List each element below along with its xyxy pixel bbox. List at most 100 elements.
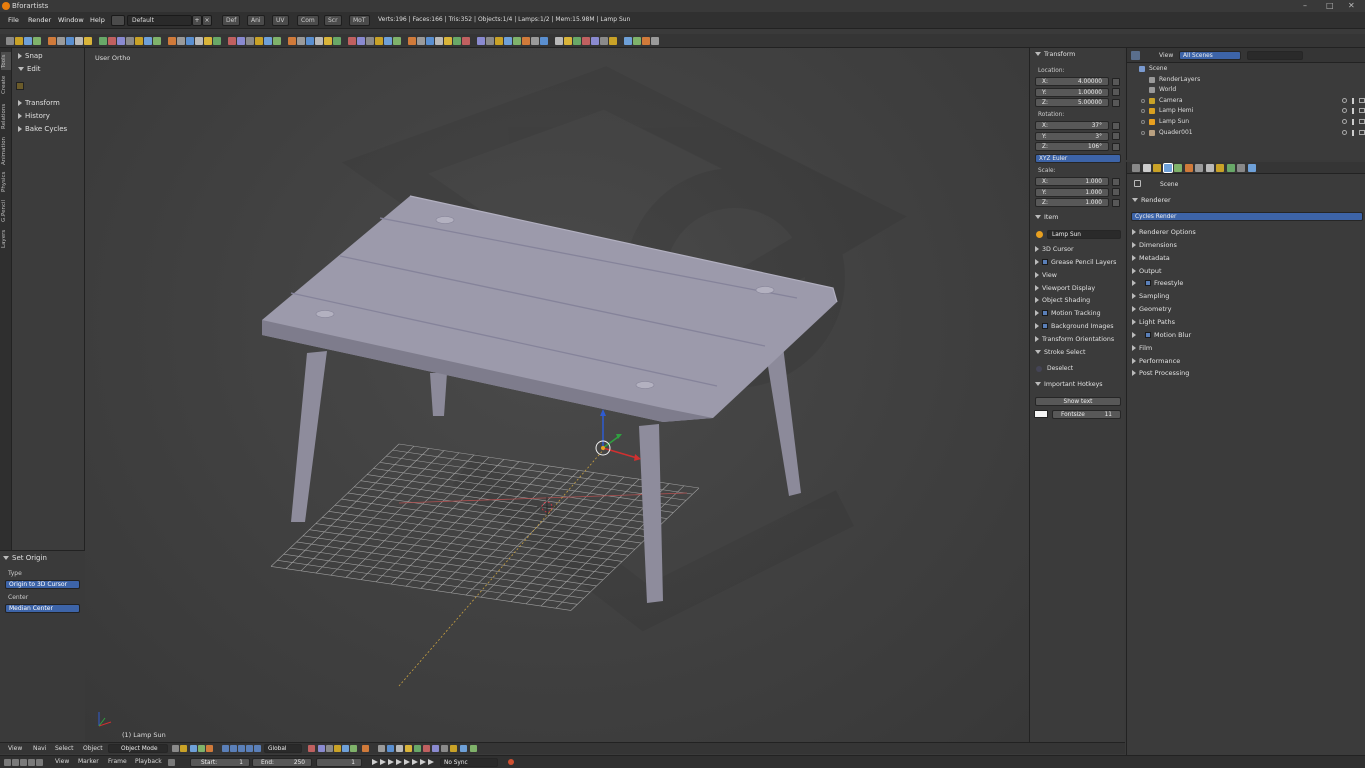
viewport-header-icon[interactable] [318, 745, 325, 752]
tab-physics[interactable]: Physics [1, 170, 11, 194]
toolbar-tool-icon[interactable] [264, 37, 272, 45]
tab-create[interactable]: Create [1, 72, 11, 98]
properties-panel-sampling[interactable]: Sampling [1132, 292, 1169, 300]
viewport-header-icon[interactable] [460, 745, 467, 752]
sidebar-section-viewport-display[interactable]: Viewport Display [1035, 284, 1095, 292]
toolbar-tool-icon[interactable] [153, 37, 161, 45]
toolbar-tool-icon[interactable] [213, 37, 221, 45]
properties-panel-performance[interactable]: Performance [1132, 357, 1180, 365]
viewport-header-icon[interactable] [387, 745, 394, 752]
lock-icon[interactable] [1112, 88, 1120, 96]
menu-file[interactable]: File [8, 16, 19, 24]
screen-layout-icon[interactable] [111, 15, 125, 26]
timeline-header-icon[interactable] [4, 759, 11, 766]
viewport-header-icon[interactable] [378, 745, 385, 752]
outliner-editor-icon[interactable] [1131, 51, 1140, 60]
toolbar-tool-icon[interactable] [306, 37, 314, 45]
checkbox[interactable] [1145, 280, 1151, 287]
minimize-button[interactable]: – [1303, 1, 1307, 10]
toolbar-tool-icon[interactable] [288, 37, 296, 45]
location-field-0[interactable]: X: 4.00000 [1035, 77, 1109, 86]
playback-button-icon[interactable] [372, 759, 378, 765]
item-name-field[interactable]: Lamp Sun [1047, 230, 1121, 239]
toolbar-tool-icon[interactable] [591, 37, 599, 45]
lock-icon[interactable] [1112, 98, 1120, 107]
outliner-item[interactable]: Lamp Sun [1159, 118, 1189, 125]
toolbar-tool-icon[interactable] [186, 37, 194, 45]
viewport-header-icon[interactable] [254, 745, 261, 752]
timeline-menu-view[interactable]: View [55, 758, 69, 765]
tab-tools[interactable]: Tools [1, 52, 11, 70]
toolbar-tool-icon[interactable] [426, 37, 434, 45]
scene-filter-select[interactable]: All Scenes [1179, 51, 1241, 60]
rotation-field-2[interactable]: Z: 106° [1035, 142, 1109, 151]
toolbar-tool-icon[interactable] [168, 37, 176, 45]
item-panel-header[interactable]: Item [1035, 214, 1058, 221]
tab-animation[interactable]: Animation [1, 134, 11, 168]
tab-scr[interactable]: Scr [324, 15, 342, 26]
remove-screen-icon[interactable]: × [202, 15, 212, 26]
playback-button-icon[interactable] [380, 759, 386, 765]
toolbar-tool-icon[interactable] [48, 37, 56, 45]
expand-toggle-icon[interactable] [1141, 120, 1145, 124]
viewport-header-icon[interactable] [470, 745, 477, 752]
toolbar-tool-icon[interactable] [453, 37, 461, 45]
toolbar-tool-icon[interactable] [315, 37, 323, 45]
properties-panel-metadata[interactable]: Metadata [1132, 254, 1170, 262]
operator-title[interactable]: Set Origin [3, 554, 47, 562]
deselect-button[interactable]: Deselect [1047, 365, 1073, 372]
important-hotkeys-header[interactable]: Important Hotkeys [1035, 381, 1103, 388]
toolbar-tool-icon[interactable] [15, 37, 23, 45]
toolbar-tool-icon[interactable] [513, 37, 521, 45]
menu-help[interactable]: Help [90, 16, 105, 24]
toolbar-tool-icon[interactable] [573, 37, 581, 45]
properties-tab-icon[interactable] [1205, 164, 1214, 172]
toolbar-tool-icon[interactable] [228, 37, 236, 45]
lock-icon[interactable] [1112, 77, 1120, 86]
properties-tab-icon[interactable] [1174, 164, 1182, 172]
sidebar-section-object-shading[interactable]: Object Shading [1035, 297, 1090, 304]
properties-panel-motion-blur[interactable]: Motion Blur [1132, 331, 1191, 339]
lock-icon[interactable] [1112, 142, 1120, 151]
lock-icon[interactable] [1112, 198, 1120, 207]
type-select[interactable]: Origin to 3D Cursor [5, 580, 80, 589]
center-select[interactable]: Median Center [5, 604, 80, 613]
timeline-menu-frame[interactable]: Frame [108, 758, 127, 765]
start-frame-field[interactable]: Start: 1 [190, 758, 250, 767]
sidebar-section-grease-pencil-layers[interactable]: Grease Pencil Layers [1035, 258, 1116, 266]
toolbar-tool-icon[interactable] [84, 37, 92, 45]
viewport-header-icon[interactable] [238, 745, 245, 752]
scale-field-0[interactable]: X: 1.000 [1035, 177, 1109, 186]
toolbar-tool-icon[interactable] [177, 37, 185, 45]
sidebar-section-background-images[interactable]: Background Images [1035, 323, 1114, 330]
expand-toggle-icon[interactable] [1141, 130, 1145, 135]
selectable-cursor-icon[interactable] [1352, 108, 1354, 115]
properties-tab-icon[interactable] [1142, 164, 1151, 172]
fontsize-field[interactable]: Fontsize 11 [1052, 410, 1121, 419]
toolbar-tool-icon[interactable] [324, 37, 332, 45]
tab-layers[interactable]: Layers [1, 228, 11, 250]
viewport-header-icon[interactable] [441, 745, 448, 752]
tab-uv[interactable]: UV [272, 15, 289, 26]
viewport-header-icon[interactable] [423, 745, 430, 752]
toolbar-tool-icon[interactable] [204, 37, 212, 45]
lock-icon[interactable] [1112, 188, 1120, 196]
properties-tab-icon[interactable] [1195, 164, 1203, 172]
render-engine-select[interactable]: Cycles Render [1131, 212, 1363, 221]
toolbar-tool-icon[interactable] [366, 37, 374, 45]
playback-button-icon[interactable] [412, 759, 418, 765]
toolbar-tool-icon[interactable] [408, 37, 416, 45]
viewport-header-icon[interactable] [450, 745, 457, 752]
current-frame-field[interactable]: 1 [316, 758, 362, 767]
visibility-eye-icon[interactable] [1342, 108, 1347, 114]
toolbar-tool-icon[interactable] [357, 37, 365, 45]
toolbar-tool-icon[interactable] [195, 37, 203, 45]
scale-field-2[interactable]: Z: 1.000 [1035, 198, 1109, 207]
menu-object[interactable]: Object [83, 745, 103, 752]
timeline-menu-marker[interactable]: Marker [78, 758, 99, 765]
properties-panel-freestyle[interactable]: Freestyle [1132, 279, 1183, 287]
scale-field-1[interactable]: Y: 1.000 [1035, 187, 1109, 197]
outliner-view-menu[interactable]: View [1159, 52, 1173, 59]
properties-tab-icon[interactable] [1216, 164, 1224, 172]
toolbar-tool-icon[interactable] [555, 37, 563, 45]
